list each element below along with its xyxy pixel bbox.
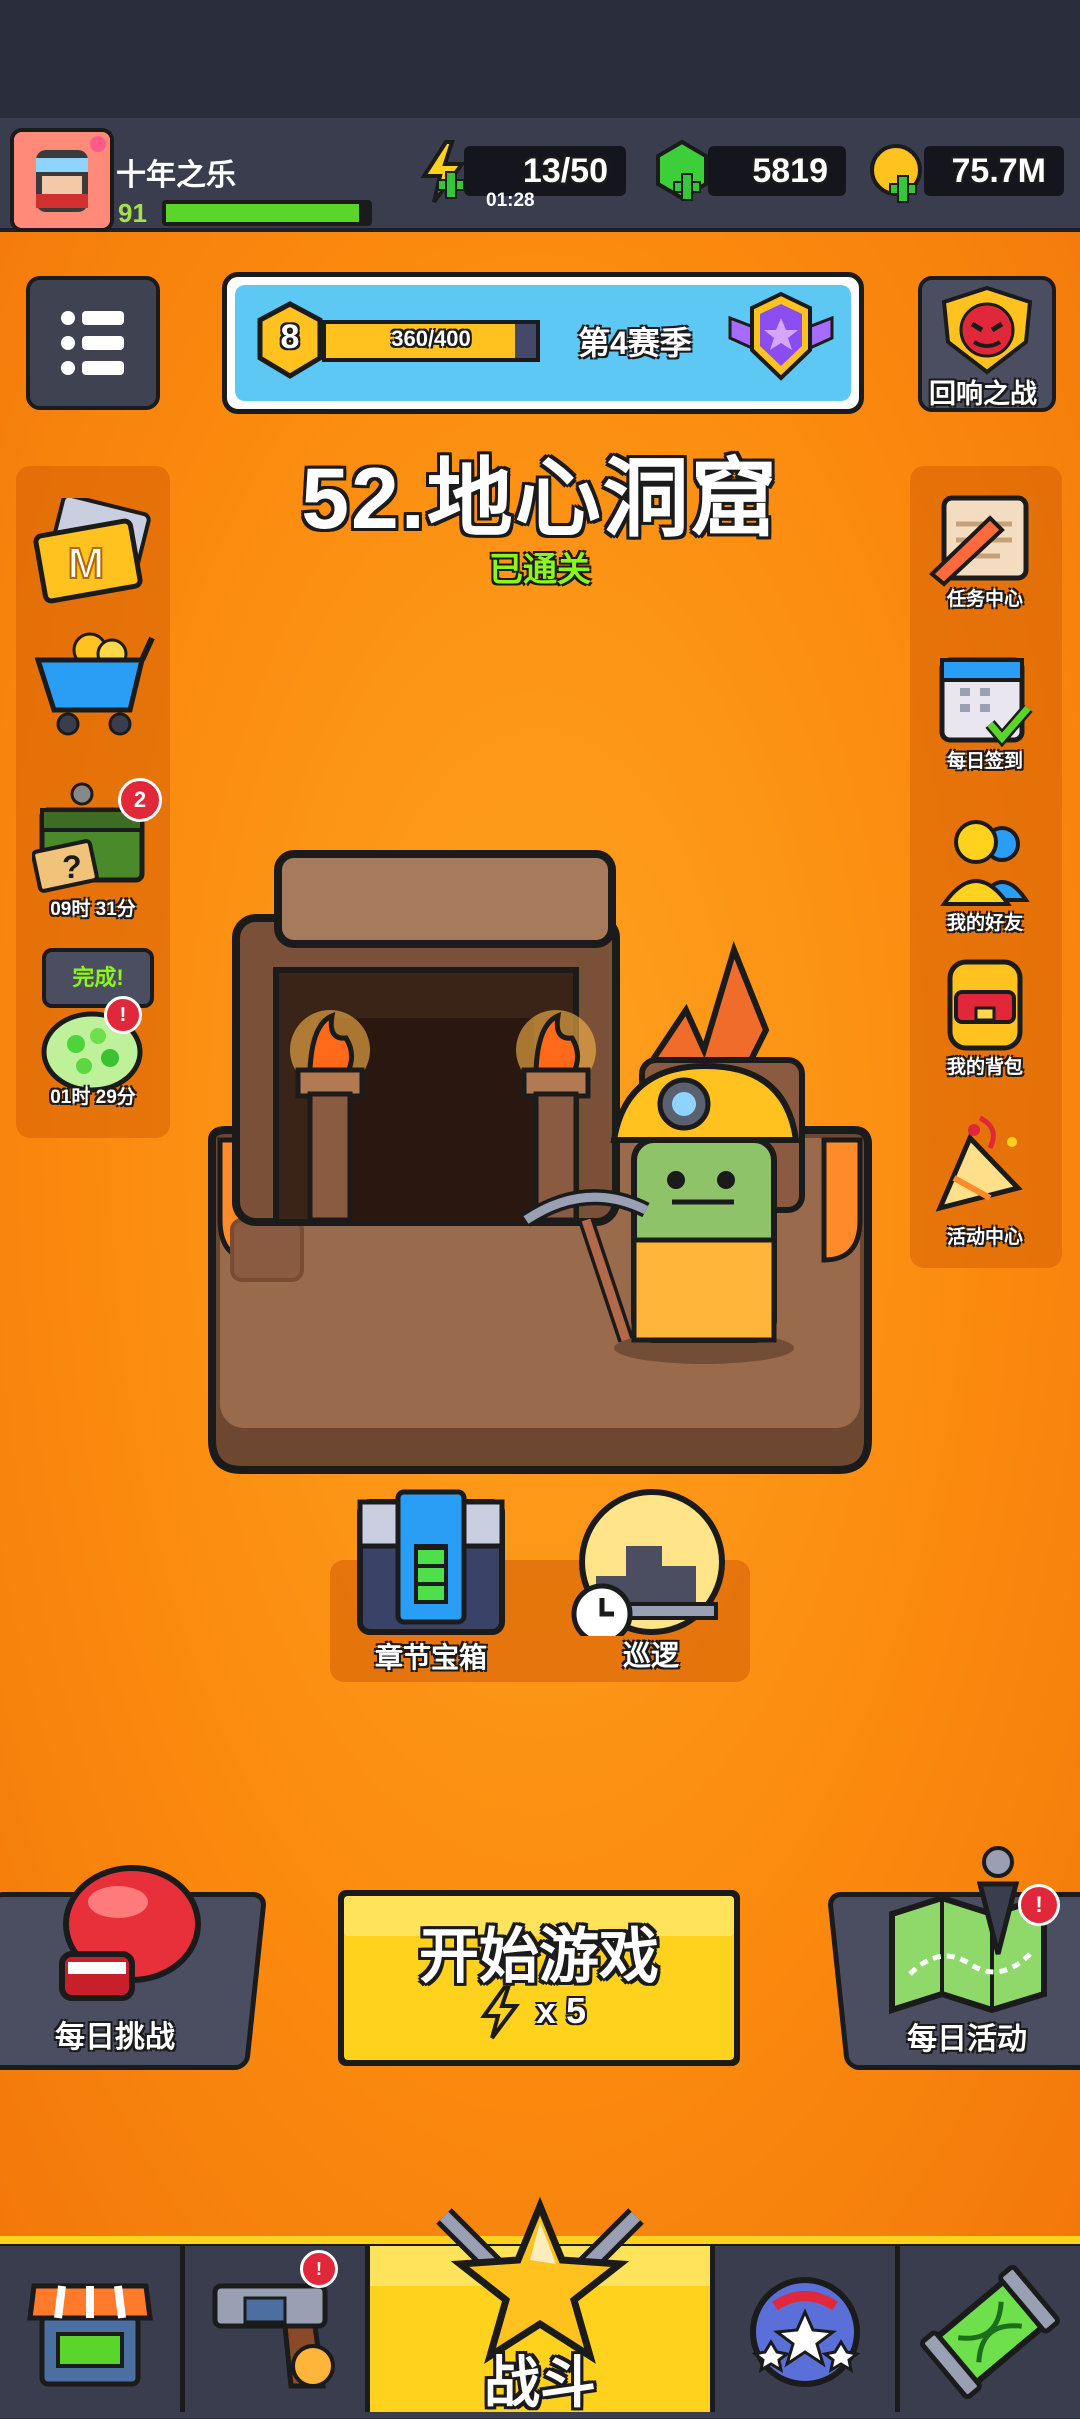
calendar-check-icon bbox=[939, 657, 1033, 748]
energy-counter[interactable]: 13/50 bbox=[464, 146, 626, 196]
egg-timer: 01时 29分 bbox=[50, 1087, 136, 1108]
svg-text:M: M bbox=[68, 539, 105, 588]
echo-battle-label: 回响之战 bbox=[929, 379, 1037, 409]
boxing-glove-icon bbox=[40, 1858, 210, 2008]
cave-stage-illustration bbox=[206, 840, 874, 1476]
party-popper-icon bbox=[935, 1115, 1023, 1212]
energy-value: 13/50 bbox=[522, 151, 608, 190]
nav-tab-weapons[interactable] bbox=[185, 2246, 365, 2412]
patrol-label: 巡逻 bbox=[622, 1640, 679, 1671]
avatar-portrait-icon bbox=[14, 132, 110, 228]
complete-bubble: 完成! bbox=[42, 948, 154, 1008]
mystery-box-timer: 09时 31分 bbox=[50, 899, 136, 920]
daily-checkin-label: 每日签到 bbox=[946, 751, 1023, 772]
egg-alert-badge: ! bbox=[104, 996, 142, 1034]
svg-text:?: ? bbox=[62, 849, 82, 885]
event-center-label: 活动中心 bbox=[946, 1227, 1023, 1248]
daily-challenge-label: 每日挑战 bbox=[55, 2021, 175, 2054]
start-game-cost: x 5 bbox=[536, 1990, 587, 2031]
backpack-icon bbox=[947, 959, 1023, 1051]
season-label: 第4赛季 bbox=[578, 325, 692, 361]
demon-shield-icon bbox=[941, 285, 1033, 375]
gem-icon bbox=[652, 138, 712, 204]
player-name: 十年之乐 bbox=[116, 159, 236, 192]
shop-cart-icon[interactable] bbox=[30, 620, 158, 740]
friends-button[interactable]: 我的好友 bbox=[920, 808, 1050, 938]
backpack-button[interactable]: 我的背包 bbox=[920, 952, 1050, 1082]
coin-value: 75.7M bbox=[951, 151, 1047, 190]
player-xp-bar bbox=[162, 200, 372, 226]
nav-tab-shop[interactable] bbox=[0, 2246, 180, 2412]
chest-icon bbox=[357, 1489, 505, 1635]
chapter-chest-button[interactable]: 章节宝箱 bbox=[346, 1488, 516, 1678]
task-center-button[interactable]: 任务中心 bbox=[920, 484, 1050, 614]
chapter-chest-label: 章节宝箱 bbox=[374, 1642, 487, 1673]
patrol-icon bbox=[571, 1489, 725, 1645]
season-progress-text: 360/400 bbox=[391, 326, 471, 351]
friends-label: 我的好友 bbox=[946, 913, 1023, 934]
daily-checkin-button[interactable]: 每日签到 bbox=[920, 646, 1050, 776]
nav-battle-label: 战斗 bbox=[484, 2351, 596, 2414]
task-center-label: 任务中心 bbox=[946, 589, 1023, 610]
player-avatar[interactable] bbox=[10, 128, 114, 232]
nav-tab-evolution[interactable] bbox=[900, 2246, 1080, 2412]
list-menu-icon bbox=[61, 311, 124, 375]
m-card-icon[interactable]: M bbox=[30, 493, 158, 608]
dna-capsule-icon bbox=[920, 2264, 1060, 2400]
gem-counter[interactable]: 5819 bbox=[708, 146, 846, 196]
gem-value: 5819 bbox=[752, 151, 828, 190]
start-game-label: 开始游戏 bbox=[419, 1923, 659, 1990]
season-level: 8 bbox=[280, 318, 300, 356]
nav-tab-talents[interactable] bbox=[715, 2246, 895, 2412]
weapons-shirt-badge: ! bbox=[300, 2250, 338, 2288]
revolver-icon bbox=[212, 2283, 335, 2389]
coin-icon bbox=[868, 140, 928, 204]
mystery-box-badge: 2 bbox=[118, 778, 162, 822]
backpack-label: 我的背包 bbox=[946, 1057, 1023, 1078]
system-status-strip bbox=[0, 0, 1080, 118]
event-center-button[interactable]: 活动中心 bbox=[920, 1108, 1050, 1248]
star-orb-icon bbox=[750, 2277, 861, 2387]
patrol-button[interactable]: 巡逻 bbox=[566, 1486, 736, 1676]
coin-counter[interactable]: 75.7M bbox=[924, 146, 1064, 196]
start-energy-bolt-icon bbox=[480, 1986, 520, 2040]
menu-button[interactable] bbox=[26, 276, 160, 410]
energy-timer: 01:28 bbox=[486, 190, 535, 211]
shop-stall-icon bbox=[27, 2283, 153, 2387]
friends-icon bbox=[940, 820, 1030, 906]
player-level: 91 bbox=[118, 198, 147, 228]
daily-event-alert-badge: ! bbox=[1018, 1884, 1060, 1926]
daily-event-label: 每日活动 bbox=[907, 2023, 1027, 2056]
season-emblem-icon bbox=[726, 288, 836, 388]
energy-bolt-icon bbox=[418, 140, 468, 204]
complete-bubble-text: 完成! bbox=[72, 965, 124, 990]
scroll-quill-icon bbox=[929, 495, 1029, 587]
treasure-map-icon bbox=[880, 1844, 1060, 2015]
